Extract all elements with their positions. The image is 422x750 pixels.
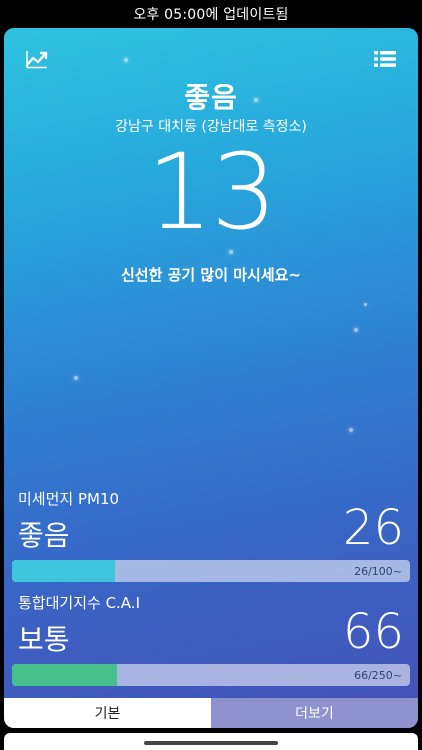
list-icon [374, 51, 396, 67]
decorative-dot [364, 303, 367, 306]
pm10-label: 미세먼지 PM10 [18, 490, 120, 508]
cai-progress-bar: 66/250~ [12, 664, 410, 686]
cai-label: 통합대기지수 C.A.I [18, 594, 140, 612]
pm10-bar-text: 26/100~ [354, 564, 402, 578]
pm10-progress-fill [12, 560, 116, 582]
list-button[interactable] [372, 48, 398, 70]
home-indicator[interactable] [144, 741, 278, 745]
update-status-bar: 오후 05:00에 업데이트됨 [0, 0, 422, 28]
cai-value: 66 [342, 604, 404, 660]
update-time-text: 오후 05:00에 업데이트됨 [133, 7, 289, 23]
pm10-value: 26 [342, 500, 404, 556]
bottom-tab-bar: 기본 더보기 [4, 698, 418, 728]
pm10-grade: 좋음 [18, 519, 70, 552]
decorative-dot [354, 328, 358, 332]
cai-progress-fill [12, 664, 118, 686]
air-message: 신선한 공기 많이 마시세요~ [120, 266, 302, 284]
cai-grade: 보통 [18, 623, 70, 656]
decorative-dot [349, 428, 353, 432]
tab-basic[interactable]: 기본 [4, 698, 211, 728]
bottom-sheet-strip [4, 733, 418, 750]
air-quality-card: 좋음 강남구 대치동 (강남대로 측정소) 13 신선한 공기 많이 마시세요~… [4, 28, 418, 728]
app-screen: 오후 05:00에 업데이트됨 좋음 강남구 대치동 (강남대로 측정소) 13… [0, 0, 422, 750]
pm10-progress-bar: 26/100~ [12, 560, 410, 582]
decorative-dot [124, 58, 128, 62]
air-index-value: 13 [146, 131, 277, 253]
tab-more[interactable]: 더보기 [211, 698, 418, 728]
cai-bar-text: 66/250~ [354, 668, 402, 682]
chart-line-icon [25, 51, 48, 69]
air-status-title: 좋음 [184, 81, 238, 114]
chart-button[interactable] [24, 48, 50, 70]
decorative-dot [74, 376, 78, 380]
